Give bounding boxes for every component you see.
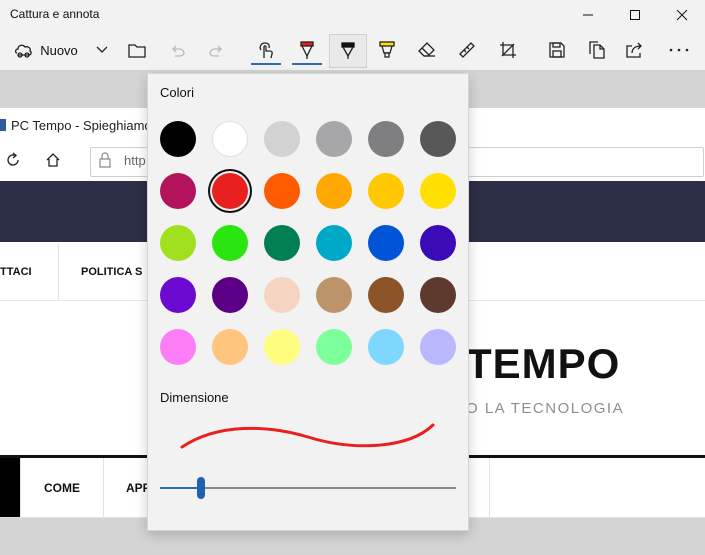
ruler-icon bbox=[459, 42, 475, 58]
colors-heading: Colori bbox=[160, 85, 194, 100]
home-icon bbox=[46, 153, 60, 167]
color-swatch[interactable] bbox=[316, 225, 352, 261]
browser-tab-title: PC Tempo - Spieghiamo bbox=[11, 118, 152, 133]
color-swatch[interactable] bbox=[368, 173, 404, 209]
color-swatch[interactable] bbox=[212, 121, 248, 157]
close-button[interactable] bbox=[659, 0, 705, 30]
menu-item-politica: POLITICA S bbox=[81, 266, 143, 278]
browser-tab-favicon bbox=[0, 119, 6, 131]
redo-button[interactable] bbox=[204, 34, 230, 66]
menu-item-contatti: TTACI bbox=[0, 266, 32, 278]
color-swatch[interactable] bbox=[264, 277, 300, 313]
color-swatch[interactable] bbox=[316, 173, 352, 209]
minimize-button[interactable] bbox=[565, 0, 611, 30]
touch-writing-button[interactable] bbox=[247, 34, 285, 66]
open-button[interactable] bbox=[124, 34, 150, 66]
redo-icon bbox=[209, 45, 222, 57]
eraser-button[interactable] bbox=[412, 34, 442, 66]
highlighter-button[interactable] bbox=[372, 34, 402, 66]
lock-icon bbox=[99, 152, 111, 168]
minimize-icon bbox=[583, 14, 593, 16]
color-swatch[interactable] bbox=[160, 121, 196, 157]
folder-icon bbox=[128, 43, 146, 58]
share-icon bbox=[626, 42, 642, 58]
save-icon bbox=[549, 42, 565, 58]
undo-icon bbox=[172, 45, 185, 57]
color-swatch[interactable] bbox=[264, 121, 300, 157]
nav-separator bbox=[103, 458, 104, 518]
color-swatch[interactable] bbox=[160, 277, 196, 313]
color-swatch[interactable] bbox=[368, 225, 404, 261]
nav-separator bbox=[489, 458, 490, 518]
ballpoint-pen-icon bbox=[300, 41, 314, 59]
new-snip-icon bbox=[15, 44, 32, 58]
url-text: http bbox=[124, 153, 146, 168]
size-slider-track[interactable] bbox=[202, 487, 456, 489]
color-swatch[interactable] bbox=[420, 277, 456, 313]
close-icon bbox=[676, 9, 688, 21]
nav-black-block bbox=[0, 458, 20, 518]
size-heading: Dimensione bbox=[160, 390, 229, 405]
refresh-icon bbox=[7, 152, 19, 166]
save-button[interactable] bbox=[542, 34, 572, 66]
share-button[interactable] bbox=[620, 34, 650, 66]
touch-writing-underline bbox=[251, 63, 281, 65]
pencil-button[interactable] bbox=[329, 34, 367, 68]
maximize-icon bbox=[630, 10, 640, 20]
nav-separator bbox=[20, 458, 21, 518]
toolbar: Nuovo bbox=[0, 30, 705, 70]
site-logo-text: TEMPO bbox=[466, 340, 621, 387]
ballpoint-pen-underline bbox=[292, 63, 322, 65]
ballpoint-pen-button[interactable] bbox=[288, 34, 326, 66]
color-swatch[interactable] bbox=[368, 329, 404, 365]
color-swatch[interactable] bbox=[212, 225, 248, 261]
chevron-down-icon bbox=[96, 46, 108, 53]
size-slider-fill bbox=[160, 487, 202, 489]
color-swatch[interactable] bbox=[316, 277, 352, 313]
title-bar: Cattura e annota bbox=[0, 0, 705, 30]
ruler-button[interactable] bbox=[452, 34, 482, 66]
size-slider-thumb[interactable] bbox=[197, 477, 205, 499]
color-swatch[interactable] bbox=[264, 329, 300, 365]
more-button[interactable] bbox=[664, 34, 694, 66]
highlighter-icon bbox=[379, 41, 395, 58]
color-swatch[interactable] bbox=[368, 277, 404, 313]
more-icon bbox=[669, 48, 689, 52]
undo-button[interactable] bbox=[164, 34, 190, 66]
pen-settings-flyout: Colori Dimensione bbox=[147, 73, 469, 531]
touch-writing-icon bbox=[259, 42, 273, 59]
color-swatch[interactable] bbox=[420, 329, 456, 365]
color-swatch[interactable] bbox=[264, 225, 300, 261]
new-snip-dropdown[interactable] bbox=[92, 34, 112, 66]
color-swatch[interactable] bbox=[160, 173, 196, 209]
color-swatch[interactable] bbox=[264, 173, 300, 209]
site-tagline: O LA TECNOLOGIA bbox=[466, 400, 625, 417]
color-swatch[interactable] bbox=[212, 277, 248, 313]
maximize-button[interactable] bbox=[612, 0, 658, 30]
window-title: Cattura e annota bbox=[10, 7, 100, 21]
color-swatch[interactable] bbox=[316, 329, 352, 365]
color-swatch[interactable] bbox=[160, 225, 196, 261]
color-swatch[interactable] bbox=[368, 121, 404, 157]
stroke-preview bbox=[180, 423, 435, 449]
color-swatch[interactable] bbox=[212, 329, 248, 365]
color-swatch[interactable] bbox=[420, 225, 456, 261]
color-swatch[interactable] bbox=[316, 121, 352, 157]
copy-button[interactable] bbox=[582, 34, 612, 66]
nav-item-come: COME bbox=[44, 481, 80, 495]
copy-icon bbox=[589, 41, 605, 59]
color-swatch[interactable] bbox=[212, 173, 248, 209]
new-snip-label: Nuovo bbox=[40, 42, 78, 58]
menu-separator bbox=[58, 244, 59, 300]
eraser-icon bbox=[418, 42, 435, 57]
pencil-icon bbox=[341, 42, 355, 59]
color-swatch[interactable] bbox=[160, 329, 196, 365]
crop-button[interactable] bbox=[493, 34, 523, 66]
new-snip-button[interactable]: Nuovo bbox=[10, 34, 82, 66]
color-swatch[interactable] bbox=[420, 173, 456, 209]
color-swatch[interactable] bbox=[420, 121, 456, 157]
crop-icon bbox=[500, 42, 516, 58]
